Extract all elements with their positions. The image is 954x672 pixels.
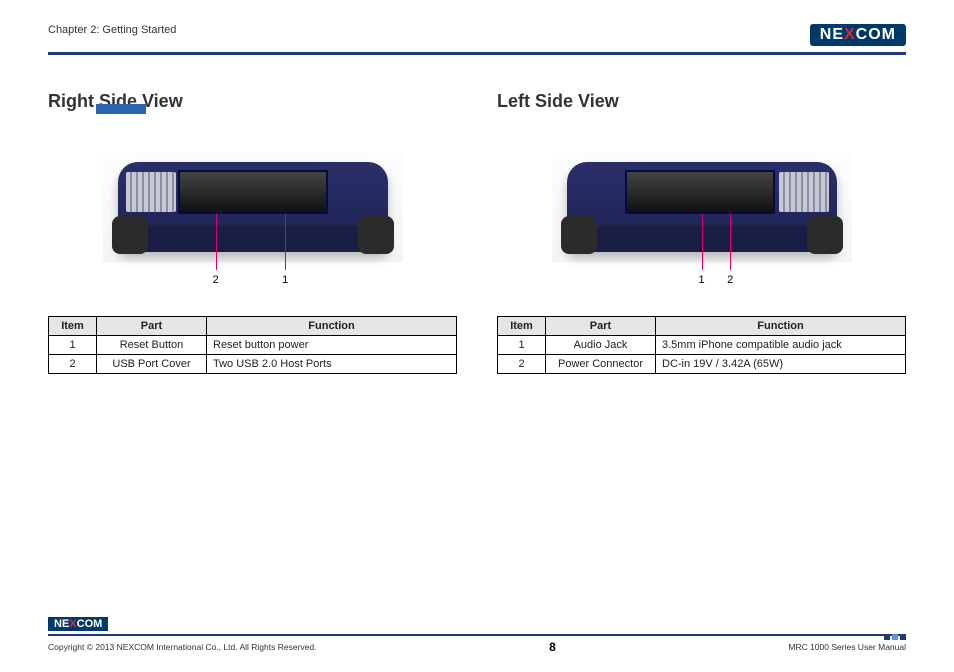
cell-item: 2	[498, 355, 546, 374]
table-header-item: Item	[498, 317, 546, 336]
cell-function: 3.5mm iPhone compatible audio jack	[656, 336, 906, 355]
logo-text-right: COM	[856, 26, 896, 43]
table-header-item: Item	[49, 317, 97, 336]
table-row: 1 Reset Button Reset button power	[49, 336, 457, 355]
footer-rule	[48, 634, 906, 636]
logo-text-left: NE	[820, 26, 844, 43]
right-side-device-figure: 2 1	[48, 122, 457, 292]
cell-item: 1	[49, 336, 97, 355]
brand-logo: NEXCOM	[810, 24, 906, 46]
cell-part: USB Port Cover	[97, 355, 207, 374]
table-header-function: Function	[207, 317, 457, 336]
left-side-parts-table: Item Part Function 1 Audio Jack 3.5mm iP…	[497, 316, 906, 374]
cell-function: Two USB 2.0 Host Ports	[207, 355, 457, 374]
cell-item: 2	[49, 355, 97, 374]
table-header-function: Function	[656, 317, 906, 336]
logo-text-x: X	[69, 618, 76, 630]
table-header-part: Part	[546, 317, 656, 336]
logo-text-left: NE	[54, 618, 69, 630]
logo-text-x: X	[844, 26, 856, 43]
chapter-title: Chapter 2: Getting Started	[48, 24, 176, 36]
copyright-text: Copyright © 2013 NEXCOM International Co…	[48, 642, 316, 652]
cell-function: Reset button power	[207, 336, 457, 355]
table-row: 1 Audio Jack 3.5mm iPhone compatible aud…	[498, 336, 906, 355]
cell-part: Audio Jack	[546, 336, 656, 355]
logo-text-right: COM	[77, 618, 103, 630]
cell-item: 1	[498, 336, 546, 355]
header-accent-box	[96, 104, 146, 114]
cell-function: DC-in 19V / 3.42A (65W)	[656, 355, 906, 374]
callout-number: 2	[727, 274, 733, 286]
left-side-view-heading: Left Side View	[497, 91, 906, 112]
manual-title: MRC 1000 Series User Manual	[788, 642, 906, 652]
right-side-parts-table: Item Part Function 1 Reset Button Reset …	[48, 316, 457, 374]
header-rule	[48, 52, 906, 55]
footer-accent-squares	[884, 634, 906, 640]
table-header-part: Part	[97, 317, 207, 336]
left-side-device-figure: 1 2	[497, 122, 906, 292]
table-row: 2 USB Port Cover Two USB 2.0 Host Ports	[49, 355, 457, 374]
cell-part: Reset Button	[97, 336, 207, 355]
footer-brand-logo: NEXCOM	[48, 617, 108, 631]
callout-number: 1	[282, 274, 288, 286]
table-row: 2 Power Connector DC-in 19V / 3.42A (65W…	[498, 355, 906, 374]
callout-number: 1	[698, 274, 704, 286]
cell-part: Power Connector	[546, 355, 656, 374]
page-number: 8	[549, 640, 556, 654]
callout-number: 2	[213, 274, 219, 286]
